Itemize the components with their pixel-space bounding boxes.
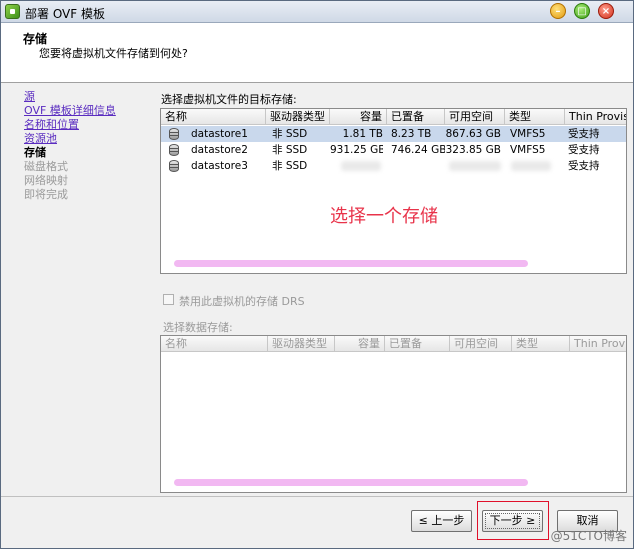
step-storage: 存储 <box>24 146 46 159</box>
col-free-space[interactable]: 可用空间 <box>445 109 505 125</box>
horizontal-scrollbar[interactable] <box>174 479 528 486</box>
minimize-icon[interactable]: – <box>550 3 566 19</box>
row-drive: 非 SSD <box>272 160 308 172</box>
row-type: VMFS5 <box>510 144 546 156</box>
col-capacity[interactable]: 容量 <box>330 109 387 125</box>
close-icon[interactable]: × <box>598 3 614 19</box>
row-name: datastore1 <box>191 128 248 140</box>
row-drive: 非 SSD <box>272 144 308 156</box>
redacted-capacity <box>341 161 381 171</box>
row-free: 323.85 GB <box>445 144 501 156</box>
col-thin-provisioning[interactable]: Thin Provisi <box>565 109 626 125</box>
col-provisioned: 已置备 <box>385 336 450 352</box>
horizontal-scrollbar[interactable] <box>174 260 528 267</box>
col-name: 名称 <box>161 336 268 352</box>
col-drive-type: 驱动器类型 <box>268 336 335 352</box>
row-free: 867.63 GB <box>445 128 501 140</box>
table-row[interactable]: datastore3 非 SSD 受支持 <box>161 158 626 174</box>
section-label: 选择虚拟机文件的目标存储: <box>161 93 297 106</box>
datastore-icon <box>169 144 179 156</box>
datastore-table: 名称 驱动器类型 容量 已置备 可用空间 类型 Thin Provisi dat… <box>160 108 627 274</box>
row-name: datastore3 <box>191 160 248 172</box>
col-name[interactable]: 名称 <box>161 109 266 125</box>
disable-sdrs-checkbox[interactable] <box>163 294 174 305</box>
step-disk-format: 磁盘格式 <box>24 160 68 173</box>
table-header: 名称 驱动器类型 容量 已置备 可用空间 类型 Thin Provi <box>161 336 626 352</box>
maximize-icon[interactable]: □ <box>574 3 590 19</box>
row-drive: 非 SSD <box>272 128 308 140</box>
row-thin: 受支持 <box>568 160 600 172</box>
next-button-label: 下一步 ≥ <box>485 513 540 529</box>
row-capacity: 1.81 TB <box>342 128 383 140</box>
col-free-space: 可用空间 <box>450 336 512 352</box>
row-capacity: 931.25 GB <box>330 144 383 156</box>
next-button[interactable]: 下一步 ≥ <box>482 510 543 532</box>
watermark: @51CTO博客 <box>550 529 627 543</box>
select-datastore-label: 选择数据存储: <box>163 321 233 334</box>
wizard-steps: 源 OVF 模板详细信息 名称和位置 资源池 存储 磁盘格式 网络映射 即将完成 <box>1 84 154 495</box>
datastore-icon <box>169 160 179 172</box>
datastore-table-disabled: 名称 驱动器类型 容量 已置备 可用空间 类型 Thin Provi <box>160 335 627 493</box>
row-thin: 受支持 <box>568 128 600 140</box>
table-row[interactable]: datastore1 非 SSD 1.81 TB 8.23 TB 867.63 … <box>161 126 626 142</box>
title-bar: 部署 OVF 模板 – □ × <box>1 1 633 23</box>
col-capacity: 容量 <box>335 336 385 352</box>
row-provisioned: 746.24 GB <box>391 144 445 156</box>
step-ready-to-complete: 即将完成 <box>24 188 68 201</box>
step-source[interactable]: 源 <box>24 90 35 103</box>
ovf-deploy-window: 部署 OVF 模板 – □ × 存储 您要将虚拟机文件存储到何处? 源 OVF … <box>0 0 634 549</box>
page-subtitle: 您要将虚拟机文件存储到何处? <box>39 47 188 60</box>
datastore-icon <box>169 128 179 140</box>
col-type: 类型 <box>512 336 570 352</box>
col-drive-type[interactable]: 驱动器类型 <box>266 109 330 125</box>
table-row[interactable]: datastore2 非 SSD 931.25 GB 746.24 GB 323… <box>161 142 626 158</box>
row-provisioned: 8.23 TB <box>391 128 432 140</box>
annotation-text: 选择一个存储 <box>330 206 438 227</box>
step-network-mapping: 网络映射 <box>24 174 68 187</box>
row-thin: 受支持 <box>568 144 600 156</box>
step-name-location[interactable]: 名称和位置 <box>24 118 79 131</box>
col-thin-provisioning: Thin Provi <box>574 337 627 350</box>
wizard-header: 存储 您要将虚拟机文件存储到何处? <box>1 23 633 83</box>
row-type: VMFS5 <box>510 128 546 140</box>
window-title: 部署 OVF 模板 <box>25 7 105 21</box>
step-ovf-details[interactable]: OVF 模板详细信息 <box>24 104 116 117</box>
back-button[interactable]: ≤ 上一步 <box>411 510 472 532</box>
row-name: datastore2 <box>191 144 248 156</box>
table-header: 名称 驱动器类型 容量 已置备 可用空间 类型 Thin Provisi <box>161 109 626 125</box>
app-icon <box>5 4 20 19</box>
redacted-type <box>511 161 551 171</box>
col-type[interactable]: 类型 <box>505 109 565 125</box>
col-provisioned[interactable]: 已置备 <box>387 109 445 125</box>
storage-content: 选择虚拟机文件的目标存储: 名称 驱动器类型 容量 已置备 可用空间 类型 Th… <box>159 84 631 495</box>
disable-sdrs-label: 禁用此虚拟机的存储 DRS <box>179 295 305 308</box>
redacted-free <box>449 161 501 171</box>
wizard-footer: ≤ 上一步 下一步 ≥ 取消 @51CTO博客 <box>1 496 633 548</box>
step-resource-pool[interactable]: 资源池 <box>24 132 57 145</box>
